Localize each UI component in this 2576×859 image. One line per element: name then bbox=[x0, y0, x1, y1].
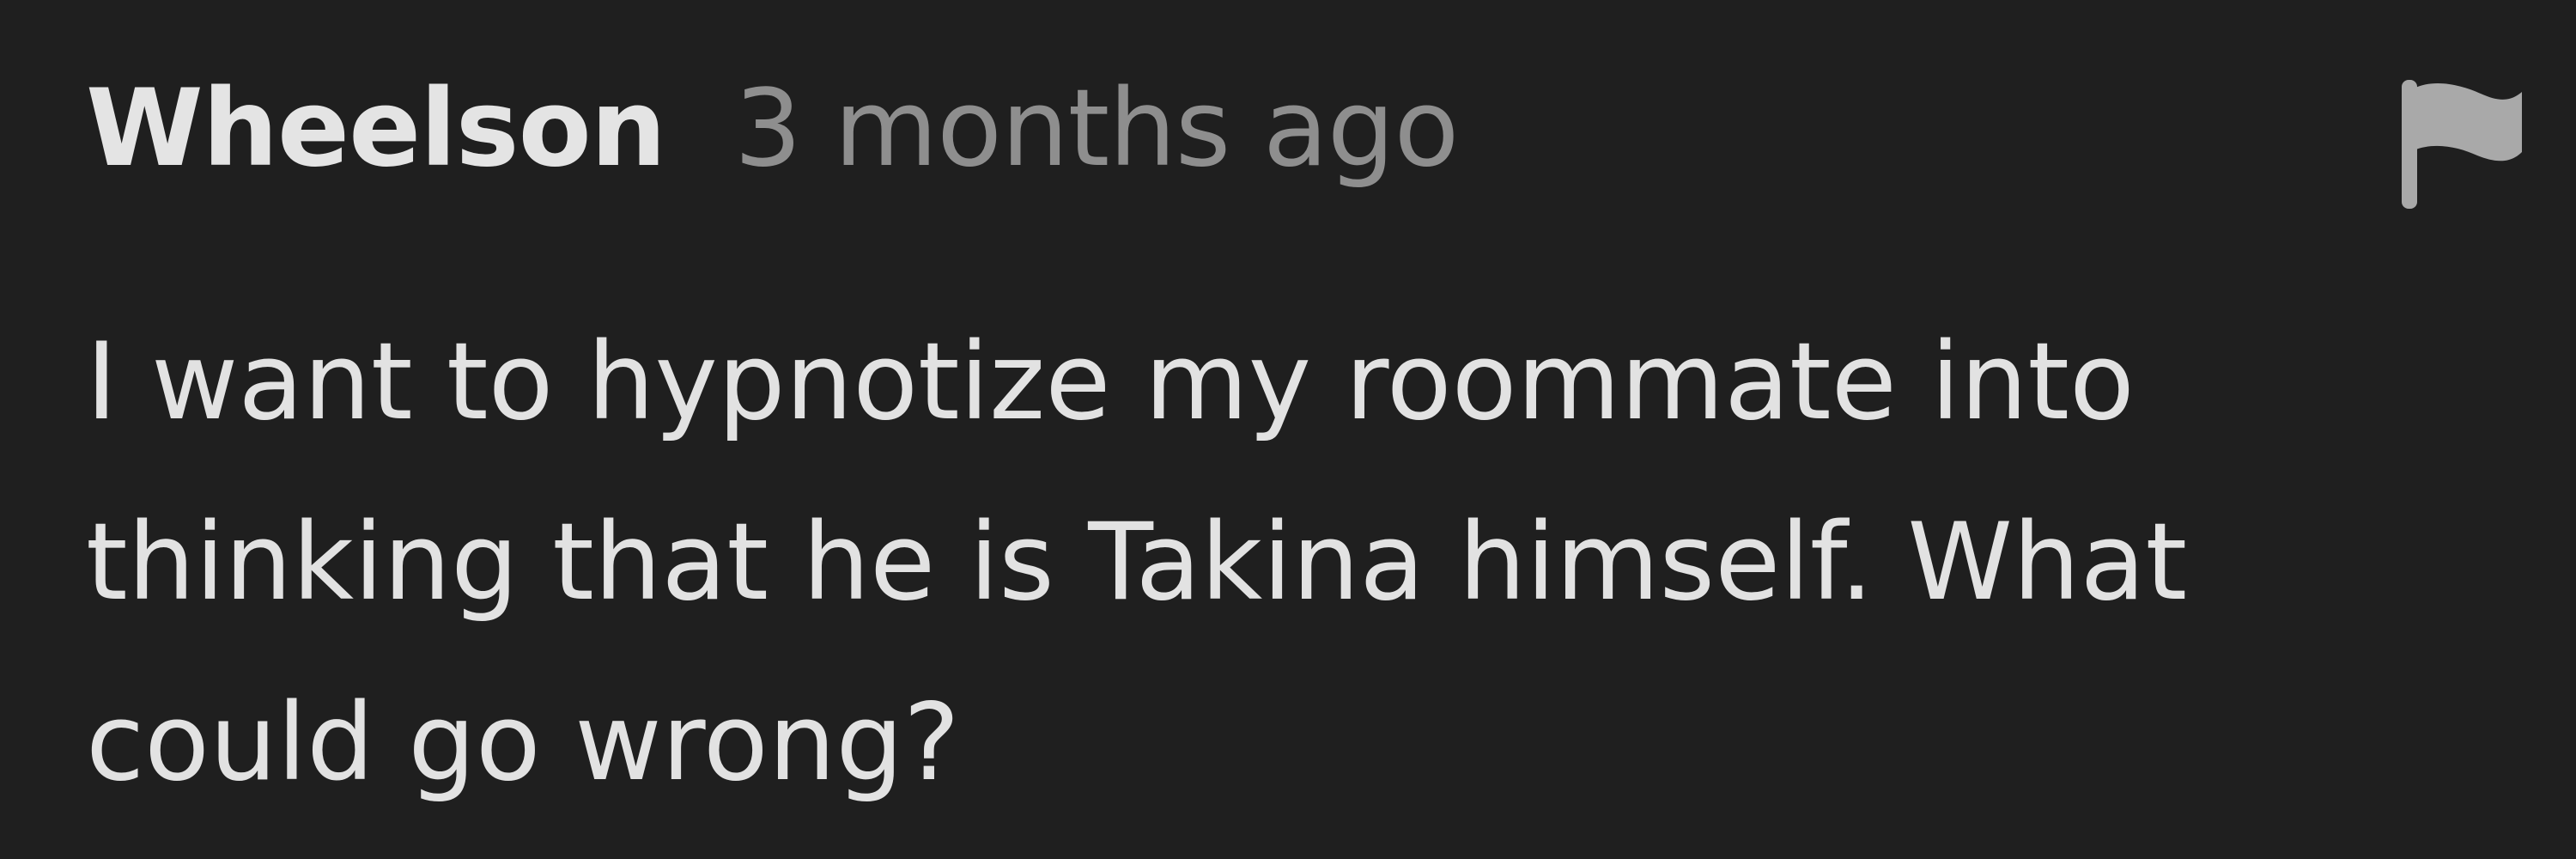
comment-body-line: thinking that he is Takina himself. What bbox=[86, 501, 2188, 624]
comment-body: I want to hypnotize my roommate into thi… bbox=[86, 292, 2490, 833]
comment-header: Wheelson 3 months ago bbox=[86, 60, 1459, 198]
comment-body-line: could go wrong? bbox=[86, 681, 960, 805]
comment-timestamp: 3 months ago bbox=[734, 67, 1459, 191]
comment-card: Wheelson 3 months ago I want to hypnotiz… bbox=[0, 0, 2576, 859]
comment-body-line: I want to hypnotize my roommate into bbox=[86, 320, 2135, 444]
flag-icon[interactable] bbox=[2391, 73, 2529, 210]
comment-author[interactable]: Wheelson bbox=[86, 67, 666, 191]
